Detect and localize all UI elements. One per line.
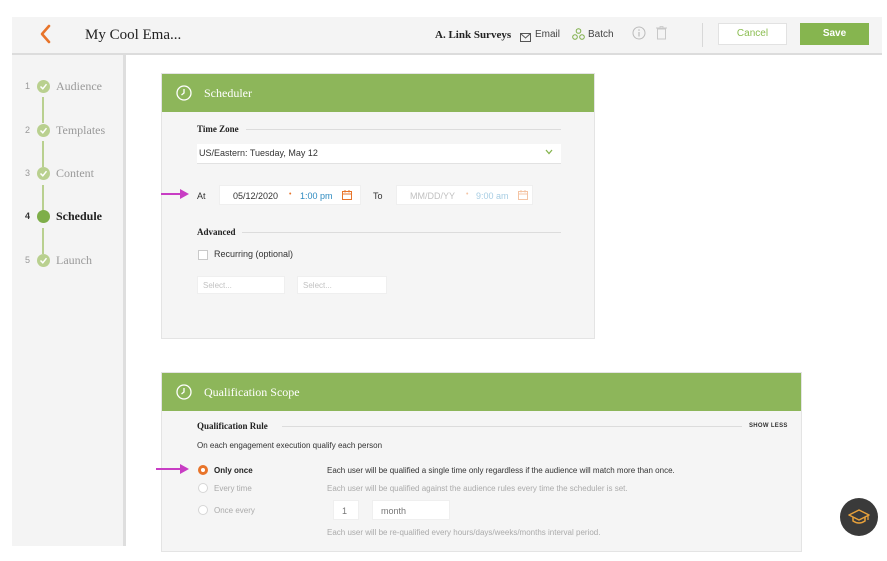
to-datetime-field[interactable]: MM/DD/YY • 9:00 am: [396, 185, 533, 205]
advanced-label: Advanced: [197, 227, 236, 237]
email-name-title[interactable]: My Cool Ema...: [85, 27, 181, 44]
graduation-cap-help-button[interactable]: [840, 498, 878, 536]
back-chevron-icon[interactable]: [38, 23, 54, 47]
step-audience[interactable]: 1 Audience: [12, 78, 126, 96]
show-less-link[interactable]: SHOW LESS: [749, 423, 788, 429]
header-divider: [702, 23, 703, 47]
check-circle-icon: [37, 254, 50, 267]
annotation-arrow-icon: [156, 464, 189, 474]
check-circle-icon: [37, 80, 50, 93]
active-step-dot-icon: [37, 210, 50, 223]
check-circle-icon: [37, 124, 50, 137]
top-header-bar: My Cool Ema... A. Link Surveys Email Bat…: [12, 17, 882, 55]
section-rule: [246, 129, 561, 130]
email-link[interactable]: Email: [535, 29, 560, 40]
step-connector: [42, 228, 44, 254]
chevron-down-icon: [545, 147, 553, 157]
qualification-intro: On each engagement execution qualify eac…: [197, 441, 383, 450]
step-launch[interactable]: 5 Launch: [12, 252, 126, 270]
to-time-placeholder: 9:00 am: [476, 191, 509, 201]
calendar-icon[interactable]: [518, 190, 528, 202]
at-label: At: [197, 191, 206, 201]
trash-icon[interactable]: [656, 26, 667, 45]
check-circle-icon: [37, 167, 50, 180]
scheduler-title: Scheduler: [204, 86, 252, 100]
interval-number-input[interactable]: 1: [333, 500, 359, 520]
batch-link[interactable]: Batch: [588, 29, 614, 40]
calendar-icon[interactable]: [342, 190, 352, 202]
step-schedule[interactable]: 4 Schedule: [12, 208, 126, 226]
every-time-radio[interactable]: [198, 483, 208, 493]
dot-separator: •: [289, 191, 292, 198]
interval-unit-select[interactable]: month: [372, 500, 450, 520]
clock-icon: [176, 384, 192, 405]
only-once-desc: Each user will be qualified a single tim…: [327, 466, 675, 475]
every-time-desc: Each user will be qualified against the …: [327, 484, 628, 493]
qualification-title: Qualification Scope: [204, 385, 300, 399]
clock-icon: [176, 85, 192, 106]
only-once-label: Only once: [214, 466, 253, 475]
scheduler-header: Scheduler: [162, 74, 594, 112]
time-zone-label: Time Zone: [197, 124, 239, 134]
recurring-select-1[interactable]: Select...: [197, 276, 285, 294]
cancel-button[interactable]: Cancel: [718, 23, 787, 45]
step-connector: [42, 141, 44, 167]
info-icon[interactable]: [632, 26, 646, 45]
batch-icon: [572, 27, 585, 45]
time-zone-select[interactable]: US/Eastern: Tuesday, May 12: [197, 144, 561, 164]
to-label: To: [373, 191, 383, 201]
dot-separator: •: [466, 191, 469, 198]
at-time-value: 1:00 pm: [300, 191, 333, 201]
annotation-arrow-icon: [161, 189, 189, 199]
every-time-label: Every time: [214, 484, 252, 493]
save-button[interactable]: Save: [800, 23, 869, 45]
step-templates[interactable]: 2 Templates: [12, 122, 126, 140]
once-every-label: Once every: [214, 506, 255, 515]
recurring-checkbox[interactable]: [198, 250, 208, 260]
qualification-panel: Qualification Scope Qualification Rule S…: [161, 372, 802, 552]
at-datetime-field[interactable]: 05/12/2020 • 1:00 pm: [219, 185, 361, 205]
recurring-select-2[interactable]: Select...: [297, 276, 387, 294]
list-name-link[interactable]: A. Link Surveys: [435, 29, 511, 41]
at-date-value: 05/12/2020: [233, 191, 279, 201]
to-date-placeholder: MM/DD/YY: [410, 191, 455, 201]
steps-sidebar: 1 Audience 2 Templates 3 Content 4 Sched…: [12, 55, 126, 546]
qualification-rule-label: Qualification Rule: [197, 421, 268, 431]
step-content[interactable]: 3 Content: [12, 165, 126, 183]
once-every-desc: Each user will be re-qualified every hou…: [327, 528, 601, 537]
step-connector: [42, 97, 44, 123]
envelope-icon: [520, 29, 531, 47]
section-rule: [282, 426, 742, 427]
section-rule: [242, 232, 561, 233]
only-once-radio[interactable]: [198, 465, 208, 475]
scheduler-panel: Scheduler Time Zone US/Eastern: Tuesday,…: [161, 73, 595, 339]
once-every-radio[interactable]: [198, 505, 208, 515]
qualification-header: Qualification Scope: [162, 373, 801, 411]
recurring-label: Recurring (optional): [214, 249, 294, 259]
